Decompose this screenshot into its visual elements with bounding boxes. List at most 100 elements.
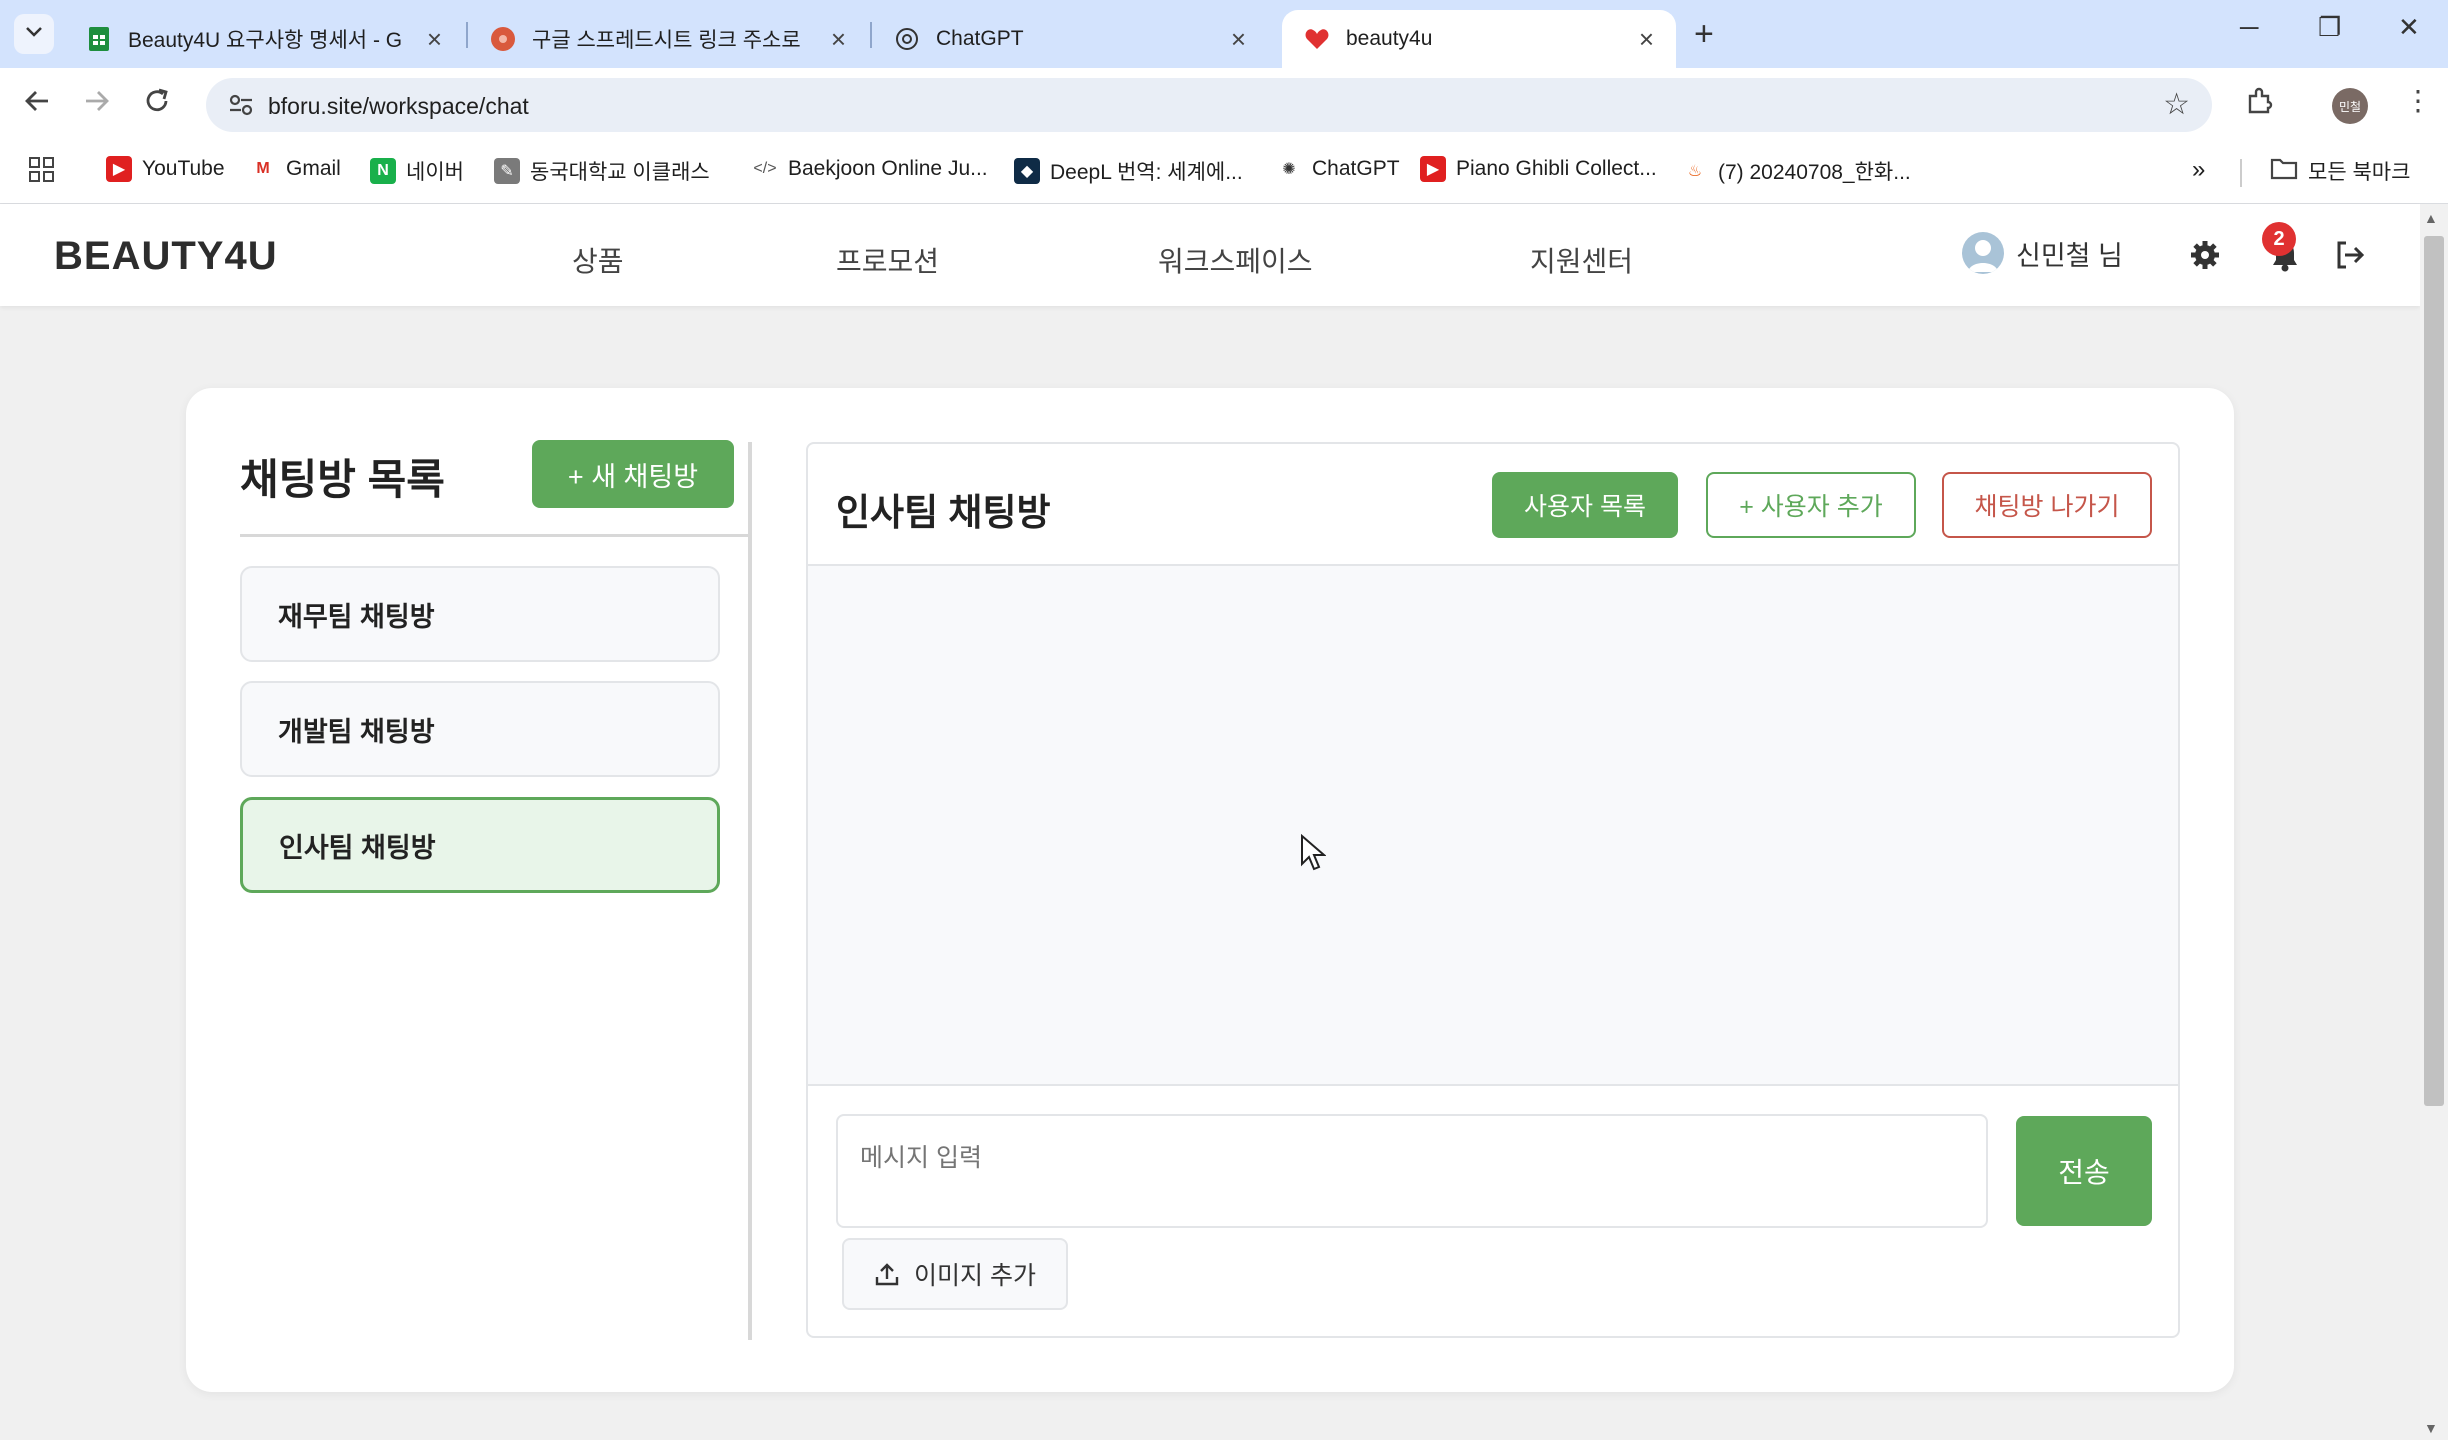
add-image-label: 이미지 추가	[914, 1262, 1036, 1290]
browser-tab[interactable]: Beauty4U 요구사항 명세서 - G ×	[64, 10, 464, 68]
bookmark-label: 네이버	[406, 161, 464, 184]
bookmark-eclass[interactable]: ✎ 동국대학교 이클래스	[494, 156, 710, 186]
gear-icon[interactable]	[2190, 240, 2220, 275]
heart-icon	[1304, 26, 1330, 52]
bookmark-gmail[interactable]: M Gmail	[250, 156, 341, 182]
sidebar-vertical-divider	[748, 442, 752, 1340]
nav-workspace[interactable]: 워크스페이스	[1158, 240, 1313, 280]
window-close-icon[interactable]: ✕	[2398, 12, 2420, 43]
scrollbar-thumb[interactable]	[2424, 236, 2444, 1106]
folder-icon	[2270, 156, 2298, 186]
browser-tabstrip: Beauty4U 요구사항 명세서 - G × 구글 스프레드시트 링크 주소로…	[0, 0, 2448, 68]
tab-title: ChatGPT	[936, 27, 1024, 50]
bookmark-label: YouTube	[142, 157, 225, 180]
bookmark-youtube[interactable]: ▶ YouTube	[106, 156, 225, 182]
nav-products[interactable]: 상품	[572, 240, 624, 280]
youtube-icon: ▶	[1420, 156, 1446, 182]
youtube-icon: ▶	[106, 156, 132, 182]
bookmark-naver[interactable]: N 네이버	[370, 156, 464, 186]
bookmarks-bar: ▶ YouTube M Gmail N 네이버 ✎ 동국대학교 이클래스 </>…	[0, 142, 2448, 204]
logout-icon[interactable]	[2334, 240, 2366, 275]
bookmark-divider	[2240, 159, 2242, 187]
eclass-icon: ✎	[494, 158, 520, 184]
tab-title: beauty4u	[1346, 27, 1433, 50]
tab-search-button[interactable]	[14, 14, 54, 54]
apps-icon[interactable]	[28, 156, 56, 184]
room-item-hr[interactable]: 인사팀 채팅방	[240, 797, 720, 893]
bookmark-hanwha[interactable]: ♨ (7) 20240708_한화...	[1682, 156, 1911, 186]
user-list-button[interactable]: 사용자 목록	[1492, 472, 1678, 538]
more-menu-icon[interactable]: ⋮	[2404, 84, 2432, 117]
browser-tab[interactable]: 구글 스프레드시트 링크 주소로 ×	[468, 10, 868, 68]
scroll-up-icon[interactable]: ▲	[2424, 210, 2438, 226]
all-bookmarks-folder[interactable]: 모든 북마크	[2270, 156, 2410, 186]
bookmark-label: DeepL 번역: 세계에...	[1050, 161, 1243, 184]
user-menu[interactable]: 신민철 님	[1962, 232, 2123, 274]
bookmark-deepl[interactable]: ◆ DeepL 번역: 세계에...	[1014, 156, 1243, 186]
chevron-down-icon	[25, 25, 43, 43]
close-icon[interactable]: ×	[831, 26, 846, 52]
fire-icon: ♨	[1682, 158, 1708, 184]
profile-avatar[interactable]: 민철	[2332, 88, 2368, 124]
forward-icon[interactable]	[82, 86, 112, 126]
upload-icon	[874, 1261, 900, 1287]
url-text: bforu.site/workspace/chat	[268, 93, 529, 119]
bookmark-label: 동국대학교 이클래스	[530, 161, 710, 184]
naver-icon: N	[370, 158, 396, 184]
user-name: 신민철 님	[2016, 240, 2123, 271]
nav-support[interactable]: 지원센터	[1530, 240, 1633, 280]
close-icon[interactable]: ×	[427, 26, 442, 52]
message-input[interactable]	[836, 1114, 1988, 1228]
reload-icon[interactable]	[142, 86, 172, 126]
close-icon[interactable]: ×	[1639, 26, 1654, 52]
user-avatar-icon	[1962, 232, 2004, 274]
close-icon[interactable]: ×	[1231, 26, 1246, 52]
chat-panel: 인사팀 채팅방 사용자 목록 + 사용자 추가 채팅방 나가기 전송 이미지 추…	[806, 442, 2180, 1338]
bookmark-label: ChatGPT	[1312, 157, 1400, 180]
chatgpt-icon	[894, 26, 920, 52]
bookmark-label: Gmail	[286, 157, 341, 180]
mouse-cursor-icon	[1300, 833, 1327, 877]
send-button[interactable]: 전송	[2016, 1116, 2152, 1226]
more-bookmarks-icon[interactable]: »	[2192, 156, 2205, 184]
tab-title: 구글 스프레드시트 링크 주소로	[532, 29, 801, 52]
add-user-button[interactable]: + 사용자 추가	[1706, 472, 1916, 538]
bookmark-label: 모든 북마크	[2308, 161, 2411, 184]
extensions-icon[interactable]	[2244, 86, 2276, 125]
scroll-down-icon[interactable]: ▼	[2424, 1420, 2438, 1436]
bookmark-baekjoon[interactable]: </> Baekjoon Online Ju...	[752, 156, 988, 182]
leave-room-button[interactable]: 채팅방 나가기	[1942, 472, 2152, 538]
chat-header: 인사팀 채팅방 사용자 목록 + 사용자 추가 채팅방 나가기	[808, 444, 2178, 566]
bookmark-chatgpt[interactable]: ✺ ChatGPT	[1276, 156, 1400, 182]
room-item-dev[interactable]: 개발팀 채팅방	[240, 681, 720, 777]
restore-icon[interactable]: ❐	[2318, 12, 2341, 43]
bookmark-label: (7) 20240708_한화...	[1718, 161, 1911, 184]
address-bar[interactable]: bforu.site/workspace/chat ☆	[206, 78, 2212, 132]
browser-tab-active[interactable]: beauty4u ×	[1282, 10, 1676, 68]
chatgpt-icon: ✺	[1276, 156, 1302, 182]
app-header: BEAUTY4U 상품 프로모션 워크스페이스 지원센터 신민철 님	[0, 204, 2420, 306]
tab-title: Beauty4U 요구사항 명세서 - G	[128, 29, 403, 52]
site-icon	[490, 26, 516, 52]
bookmark-label: Piano Ghibli Collect...	[1456, 157, 1657, 180]
code-icon: </>	[752, 156, 778, 182]
chat-room-title: 인사팀 채팅방	[836, 492, 1051, 533]
browser-tab[interactable]: ChatGPT ×	[872, 10, 1268, 68]
deepl-icon: ◆	[1014, 158, 1040, 184]
room-item-finance[interactable]: 재무팀 채팅방	[240, 566, 720, 662]
gmail-icon: M	[250, 156, 276, 182]
nav-promotion[interactable]: 프로모션	[836, 240, 939, 280]
sidebar-divider	[240, 534, 748, 537]
message-area[interactable]	[808, 566, 2178, 1086]
new-room-button[interactable]: + 새 채팅방	[532, 440, 734, 508]
bookmark-label: Baekjoon Online Ju...	[788, 157, 988, 180]
site-info-icon[interactable]	[226, 90, 256, 125]
bookmark-piano-ghibli[interactable]: ▶ Piano Ghibli Collect...	[1420, 156, 1657, 182]
minimize-icon[interactable]: ─	[2240, 12, 2258, 43]
new-tab-button[interactable]: +	[1694, 14, 1714, 54]
add-image-button[interactable]: 이미지 추가	[842, 1238, 1068, 1310]
bookmark-star-icon[interactable]: ☆	[2163, 87, 2190, 122]
app-logo[interactable]: BEAUTY4U	[54, 234, 278, 279]
google-sheets-icon	[86, 26, 112, 52]
back-icon[interactable]	[22, 86, 52, 126]
